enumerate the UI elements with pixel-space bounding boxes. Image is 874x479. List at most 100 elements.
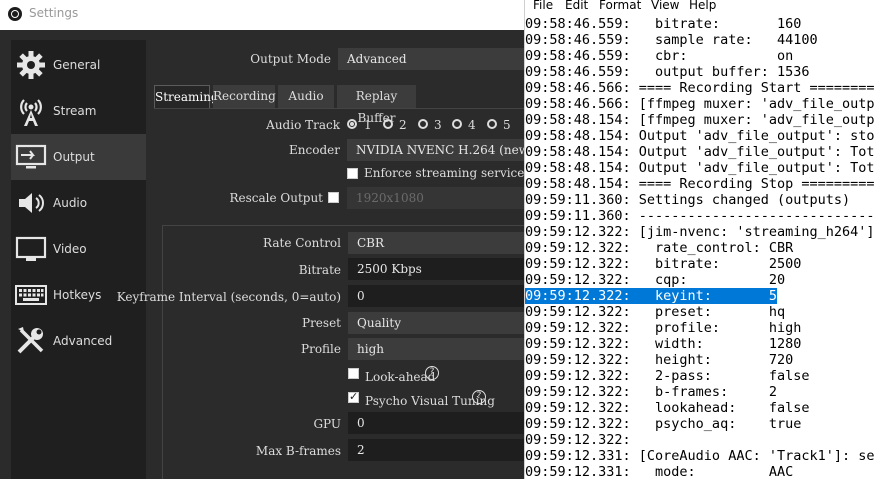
- log-line: 09:58:46.566: [ffmpeg muxer: 'adv_file_o…: [525, 96, 874, 112]
- speaker-icon: [19, 193, 44, 213]
- lookahead-checkbox[interactable]: [348, 368, 359, 379]
- menu-file[interactable]: File: [533, 0, 553, 12]
- notepad-menu-bar: File Edit Format View Help: [525, 0, 874, 13]
- log-line: 09:58:46.566: ==== Recording Start =====…: [525, 80, 874, 96]
- tab-audio[interactable]: Audio: [278, 85, 334, 108]
- log-line: 09:58:46.559: cbr: on: [525, 48, 794, 64]
- sidebar-item-label: Video: [53, 242, 87, 256]
- max-bframes-spinbox[interactable]: 2: [348, 439, 524, 461]
- max-bframes-label: Max B-frames: [255, 444, 341, 458]
- log-line: 09:59:11.360: Settings changed (outputs): [525, 192, 851, 208]
- audio-track-radio-label: 5: [503, 118, 511, 132]
- bitrate-spinbox[interactable]: 2500 Kbps: [348, 258, 524, 280]
- log-line: 09:59:12.322: b-frames: 2: [525, 384, 777, 400]
- log-line: 09:59:12.331: [CoreAudio AAC: 'Track1']:…: [525, 448, 874, 464]
- rescale-output-label: Rescale Output: [229, 191, 323, 205]
- rate-control-select[interactable]: CBR: [348, 232, 524, 254]
- audio-track-radio-4[interactable]: [452, 119, 462, 129]
- log-line: 09:59:12.322: profile: high: [525, 320, 802, 336]
- enforce-encoder-checkbox[interactable]: [347, 168, 358, 179]
- audio-track-radio-label: 4: [468, 118, 476, 132]
- encoder-label: Encoder: [289, 143, 340, 157]
- log-line: 09:59:12.322: preset: hq: [525, 304, 786, 320]
- lookahead-help-icon[interactable]: ?: [425, 366, 439, 380]
- psycho-visual-tuning-checkbox[interactable]: [348, 390, 359, 403]
- sidebar-item-audio[interactable]: Audio: [11, 180, 146, 226]
- log-line: 09:59:12.322: bitrate: 2500: [525, 256, 802, 272]
- log-line: 09:59:12.322: height: 720: [525, 352, 794, 368]
- keyframe-interval-spinbox[interactable]: 0: [348, 285, 524, 307]
- bitrate-label: Bitrate: [298, 263, 341, 277]
- sidebar-item-label: Output: [53, 150, 95, 164]
- gpu-label: GPU: [313, 417, 341, 431]
- audio-track-radio-label: 3: [434, 118, 442, 132]
- audio-track-radio-label: 2: [399, 118, 407, 132]
- enforce-encoder-label: Enforce streaming service encoder: [364, 166, 524, 180]
- tab-pane-border: [154, 108, 524, 109]
- log-line: 09:58:48.154: [ffmpeg muxer: 'adv_file_o…: [525, 112, 874, 128]
- audio-track-radio-3[interactable]: [418, 119, 428, 129]
- output-mode-label: Output Mode: [250, 52, 331, 66]
- audio-track-radio-5[interactable]: [487, 119, 497, 129]
- sidebar-item-label: Stream: [53, 104, 97, 118]
- menu-format[interactable]: Format: [599, 0, 641, 12]
- menu-edit[interactable]: Edit: [565, 0, 588, 12]
- settings-window: Settings General Stream Output Audio Vid…: [0, 0, 524, 479]
- monitor-icon: [15, 236, 47, 261]
- keyboard-icon: [15, 285, 47, 305]
- tab-streaming[interactable]: Streaming: [154, 85, 219, 108]
- profile-select[interactable]: high: [348, 338, 524, 360]
- tab-recording[interactable]: Recording: [213, 85, 276, 108]
- psycho-visual-tuning-help-icon[interactable]: ?: [472, 390, 486, 404]
- log-line: 09:58:48.154: Output 'adv_file_output': …: [525, 160, 874, 176]
- selected-text: 09:59:12.322: keyint: 5: [525, 288, 777, 304]
- log-line-selected: 09:59:12.322: keyint: 5: [525, 288, 874, 304]
- log-line: 09:58:46.559: sample rate: 44100: [525, 32, 818, 48]
- profile-label: Profile: [301, 342, 341, 356]
- audio-track-radio-1[interactable]: [347, 119, 357, 129]
- menu-help[interactable]: Help: [689, 0, 716, 12]
- obs-logo-icon: [8, 7, 22, 21]
- sidebar-item-label: Audio: [53, 196, 88, 210]
- rescale-resolution-select[interactable]: 1920x1080: [347, 187, 524, 209]
- sidebar-item-label: Hotkeys: [53, 288, 102, 302]
- encoder-select[interactable]: NVIDIA NVENC H.264 (new): [347, 139, 524, 161]
- tools-icon: [17, 327, 44, 354]
- output-monitor-icon: [15, 144, 47, 169]
- title-bar[interactable]: Settings: [0, 0, 524, 30]
- output-mode-select[interactable]: Advanced: [338, 48, 524, 70]
- gpu-spinbox[interactable]: 0: [348, 412, 524, 434]
- log-line: 09:58:46.559: bitrate: 160: [525, 16, 802, 32]
- sidebar-item-output[interactable]: Output: [11, 134, 146, 180]
- log-line: 09:58:48.154: Output 'adv_file_output': …: [525, 128, 874, 144]
- preset-label: Preset: [302, 316, 341, 330]
- gear-icon: [17, 51, 45, 79]
- antenna-icon: [20, 99, 42, 126]
- log-line: 09:59:12.322: psycho_aq: true: [525, 416, 802, 432]
- audio-track-radio-2[interactable]: [383, 119, 393, 129]
- rescale-output-checkbox[interactable]: [328, 192, 339, 203]
- tab-replay-buffer[interactable]: Replay Buffer: [337, 85, 416, 125]
- log-line: 09:59:12.331: mode: AAC: [525, 464, 794, 479]
- sidebar-item-advanced[interactable]: Advanced: [11, 318, 146, 364]
- menu-view[interactable]: View: [651, 0, 679, 12]
- sidebar-item-stream[interactable]: Stream: [11, 88, 146, 134]
- preset-select[interactable]: Quality: [348, 312, 524, 334]
- log-line: 09:58:48.154: ==== Recording Stop ======…: [525, 176, 874, 192]
- audio-track-label: Audio Track: [266, 118, 340, 132]
- window-title: Settings: [29, 6, 79, 20]
- sidebar-item-label: Advanced: [53, 334, 113, 348]
- log-line: 09:58:46.559: output buffer: 1536: [525, 64, 810, 80]
- log-text-area[interactable]: 09:58:46.559: bitrate: 160 09:58:46.559: …: [525, 16, 874, 479]
- log-line: 09:59:11.360: --------------------------…: [525, 208, 874, 224]
- sidebar-item-video[interactable]: Video: [11, 226, 146, 272]
- audio-track-radio-label: 1: [364, 118, 372, 132]
- log-line: 09:59:12.322: rate_control: CBR: [525, 240, 794, 256]
- log-line: 09:59:12.322: 2-pass: false: [525, 368, 810, 384]
- log-line: 09:59:12.322: width: 1280: [525, 336, 802, 352]
- sidebar-item-general[interactable]: General: [11, 42, 146, 88]
- log-line: 09:59:12.322: cqp: 20: [525, 272, 786, 288]
- log-line: 09:59:12.322: [jim-nvenc: 'streaming_h26…: [525, 224, 874, 240]
- log-line: 09:59:12.322:: [525, 432, 631, 448]
- notepad-log-window: File Edit Format View Help 09:58:46.559:…: [524, 0, 874, 479]
